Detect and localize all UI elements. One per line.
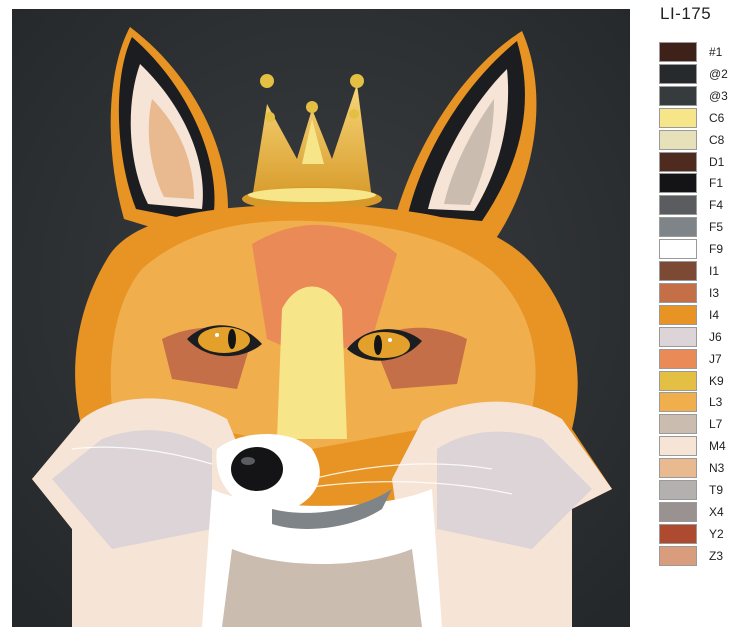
color-swatch <box>659 217 697 238</box>
kit-code: LI-175 <box>660 4 712 23</box>
palette-item: I1 <box>659 261 747 283</box>
swatch-label: X4 <box>709 504 724 519</box>
palette-item: F5 <box>659 217 747 239</box>
swatch-label: C8 <box>709 132 725 147</box>
swatch-label: L3 <box>709 395 723 410</box>
palette-item: F9 <box>659 239 747 261</box>
color-swatch <box>659 326 697 347</box>
palette-item: F1 <box>659 173 747 195</box>
swatch-label: C6 <box>709 110 725 125</box>
palette-item: J7 <box>659 348 747 371</box>
palette-item: I4 <box>659 304 747 327</box>
swatch-label: F5 <box>709 220 724 235</box>
palette-item: Y2 <box>659 523 747 546</box>
color-swatch <box>659 195 697 216</box>
swatch-label: @3 <box>709 88 728 103</box>
color-swatch <box>659 348 697 369</box>
color-swatch <box>659 42 697 62</box>
color-swatch <box>659 129 697 150</box>
color-swatch <box>659 261 697 281</box>
swatch-label: I3 <box>709 285 720 300</box>
color-swatch <box>659 85 697 106</box>
color-swatch <box>659 545 697 566</box>
color-swatch <box>659 173 697 194</box>
swatch-label: @2 <box>709 66 728 81</box>
nose <box>231 447 283 491</box>
color-swatch <box>659 523 697 544</box>
color-swatch <box>659 370 697 391</box>
palette-item: X4 <box>659 501 747 524</box>
color-swatch <box>659 436 697 457</box>
color-swatch <box>659 480 697 500</box>
palette-item: @2 <box>659 63 747 86</box>
swatch-label: Y2 <box>709 526 724 541</box>
swatch-label: #1 <box>709 45 723 59</box>
color-swatch <box>659 392 697 413</box>
fox-artwork <box>12 9 630 627</box>
swatch-label: F1 <box>709 176 724 191</box>
swatch-label: N3 <box>709 461 725 476</box>
swatch-label: F4 <box>709 198 724 213</box>
palette-item: T9 <box>659 480 747 502</box>
swatch-label: K9 <box>709 373 724 388</box>
swatch-label: D1 <box>709 154 725 169</box>
palette-item: @3 <box>659 85 747 108</box>
palette-item: J6 <box>659 326 747 349</box>
color-swatch <box>659 304 697 325</box>
palette-item: I3 <box>659 282 747 305</box>
palette-item: C8 <box>659 129 747 152</box>
color-swatch <box>659 239 697 260</box>
swatch-label: J7 <box>709 351 722 366</box>
swatch-label: L7 <box>709 417 723 432</box>
palette-item: F4 <box>659 195 747 217</box>
color-swatch <box>659 63 697 84</box>
swatch-label: I1 <box>709 264 720 278</box>
palette-item: D1 <box>659 151 747 174</box>
palette-item: L7 <box>659 414 747 436</box>
palette-item: #1 <box>659 42 747 64</box>
color-swatch <box>659 107 697 128</box>
palette-item: C6 <box>659 107 747 130</box>
color-swatch <box>659 282 697 303</box>
palette-item: M4 <box>659 436 747 458</box>
color-swatch <box>659 414 697 435</box>
color-swatch <box>659 151 697 172</box>
palette-item: L3 <box>659 392 747 414</box>
swatch-label: T9 <box>709 483 724 497</box>
palette-item: N3 <box>659 458 747 480</box>
color-swatch <box>659 458 697 479</box>
palette-item: K9 <box>659 370 747 393</box>
swatch-label: M4 <box>709 439 726 454</box>
swatch-label: Z3 <box>709 548 724 563</box>
color-swatch <box>659 501 697 522</box>
palette-item: Z3 <box>659 545 747 568</box>
swatch-label: I4 <box>709 307 720 322</box>
swatch-label: F9 <box>709 242 724 257</box>
swatch-label: J6 <box>709 329 722 344</box>
